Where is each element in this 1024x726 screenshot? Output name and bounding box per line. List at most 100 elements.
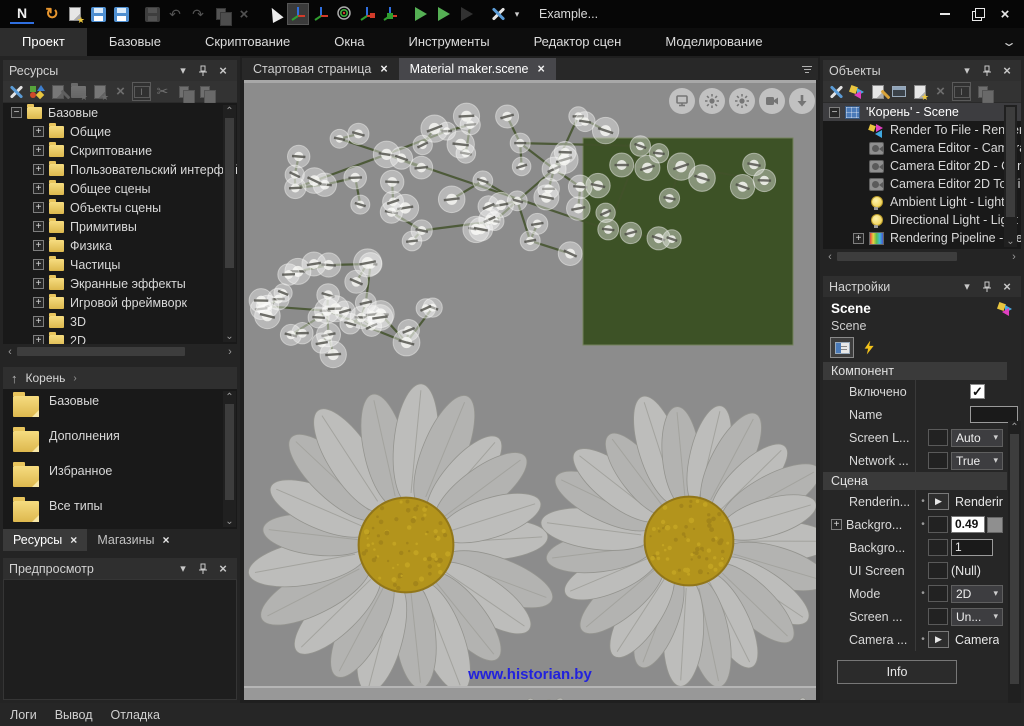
- tree-item[interactable]: +Общие: [3, 122, 237, 141]
- object-tree-item[interactable]: Camera Editor 2D - Cam: [823, 157, 1021, 175]
- rename-icon[interactable]: I: [132, 82, 151, 101]
- edit-document-icon[interactable]: [48, 82, 67, 101]
- tools-icon[interactable]: [488, 4, 508, 24]
- objects-hscrollbar[interactable]: ‹›: [823, 249, 1021, 264]
- display-icon[interactable]: [669, 88, 695, 114]
- tree-item[interactable]: +Частицы: [3, 255, 237, 274]
- document-tab[interactable]: Material maker.scene×: [399, 58, 556, 80]
- menu-item[interactable]: Инструменты: [387, 28, 512, 56]
- chevron-down-icon[interactable]: ▾: [175, 561, 191, 577]
- tree-item[interactable]: +3D: [3, 312, 237, 331]
- dropdown[interactable]: True▾: [951, 452, 1003, 470]
- redo-icon[interactable]: ↷: [188, 4, 208, 24]
- menu-item[interactable]: Моделирование: [643, 28, 784, 56]
- tree-item[interactable]: +Примитивы: [3, 217, 237, 236]
- expander-icon[interactable]: +: [33, 278, 44, 289]
- brightness-icon[interactable]: [699, 88, 725, 114]
- info-button[interactable]: Info: [837, 660, 957, 684]
- transform-move-icon[interactable]: [288, 4, 308, 24]
- tree-item[interactable]: +2D: [3, 331, 237, 344]
- folder-list-item[interactable]: Избранное: [3, 459, 237, 494]
- delete-icon[interactable]: ×: [234, 4, 254, 24]
- value-box[interactable]: [928, 452, 948, 469]
- value-box[interactable]: [928, 585, 948, 602]
- run-icon[interactable]: [434, 4, 454, 24]
- tree-item[interactable]: −Базовые: [3, 103, 237, 122]
- close-icon[interactable]: ×: [537, 62, 544, 76]
- component-icon[interactable]: [847, 82, 866, 101]
- chevron-down-icon[interactable]: ▾: [959, 63, 975, 79]
- copy-icon[interactable]: [174, 82, 193, 101]
- expander-icon[interactable]: +: [33, 183, 44, 194]
- expander-icon[interactable]: +: [33, 202, 44, 213]
- expander-icon[interactable]: +: [33, 297, 44, 308]
- checkbox[interactable]: ✓: [970, 384, 985, 399]
- dropdown[interactable]: 2D▾: [951, 585, 1003, 603]
- tree-item[interactable]: +Общее сцены: [3, 179, 237, 198]
- transform-scale-icon[interactable]: [357, 4, 377, 24]
- new-resource-icon[interactable]: ★: [65, 4, 85, 24]
- tools-icon[interactable]: [6, 82, 25, 101]
- tree-item[interactable]: +Пользовательский интерфейс: [3, 160, 237, 179]
- expand-button[interactable]: ▶: [928, 631, 949, 648]
- document-star-icon[interactable]: ★: [910, 82, 929, 101]
- close-icon[interactable]: ×: [999, 63, 1015, 79]
- color-value-input[interactable]: 0.49: [951, 516, 985, 533]
- value-box[interactable]: [928, 608, 948, 625]
- value-box[interactable]: [928, 516, 948, 533]
- pin-icon[interactable]: [979, 279, 995, 295]
- run-disabled-icon[interactable]: [457, 4, 477, 24]
- settings-scrollbar[interactable]: ⌃ ⌄: [1008, 421, 1021, 715]
- close-button[interactable]: ×: [990, 2, 1020, 26]
- restore-button[interactable]: [960, 2, 990, 26]
- refresh-icon[interactable]: ↻: [42, 4, 62, 24]
- pin-icon[interactable]: [195, 561, 211, 577]
- expander-icon[interactable]: +: [33, 335, 44, 344]
- tree-item[interactable]: +Экранные эффекты: [3, 274, 237, 293]
- resources-tree-scrollbar[interactable]: ⌃ ⌄: [223, 105, 236, 342]
- delete-icon[interactable]: ×: [111, 82, 130, 101]
- expand-button[interactable]: ▶: [928, 493, 949, 510]
- camera-icon[interactable]: [759, 88, 785, 114]
- expander-icon[interactable]: +: [33, 259, 44, 270]
- cut-icon[interactable]: ✂: [153, 82, 172, 101]
- object-tree-item[interactable]: Directional Light - Light: [823, 211, 1021, 229]
- statusbar-item[interactable]: Отладка: [111, 708, 160, 722]
- save-all-icon[interactable]: [142, 4, 162, 24]
- close-icon[interactable]: ×: [999, 279, 1015, 295]
- events-tab-icon[interactable]: [858, 338, 880, 357]
- expander-icon[interactable]: +: [33, 164, 44, 175]
- tab-list-icon[interactable]: [802, 66, 812, 73]
- minimize-button[interactable]: [930, 2, 960, 26]
- menu-item[interactable]: Проект: [0, 28, 87, 56]
- expander-icon[interactable]: +: [33, 221, 44, 232]
- object-tree-item[interactable]: Ambient Light - Light: [823, 193, 1021, 211]
- statusbar-item[interactable]: Вывод: [55, 708, 93, 722]
- viewport[interactable]: www.historian.by: [244, 80, 816, 700]
- expander-icon[interactable]: +: [33, 126, 44, 137]
- expander-icon[interactable]: +: [33, 145, 44, 156]
- transform-rotate-icon[interactable]: [334, 4, 354, 24]
- close-icon[interactable]: ×: [70, 533, 77, 547]
- close-icon[interactable]: ×: [215, 561, 231, 577]
- play-icon[interactable]: [411, 4, 431, 24]
- tab-resources[interactable]: Ресурсы×: [3, 529, 87, 551]
- transform-move2-icon[interactable]: [311, 4, 331, 24]
- toolbar-overflow-icon[interactable]: ▾: [511, 4, 523, 24]
- delete-icon[interactable]: ×: [931, 82, 950, 101]
- tree-item[interactable]: +Игровой фреймворк: [3, 293, 237, 312]
- properties-tab-icon[interactable]: [831, 338, 853, 357]
- edit-document-icon[interactable]: [868, 82, 887, 101]
- resources-hscrollbar[interactable]: ‹›: [3, 344, 237, 359]
- dropdown[interactable]: Auto▾: [951, 429, 1003, 447]
- folder-list-item[interactable]: Базовые: [3, 389, 237, 424]
- color-swatch[interactable]: [987, 517, 1003, 533]
- pin-icon[interactable]: [195, 63, 211, 79]
- expander-icon[interactable]: +: [33, 316, 44, 327]
- dropdown[interactable]: Un...▾: [951, 608, 1003, 626]
- rename-icon[interactable]: I: [952, 82, 971, 101]
- value-box[interactable]: [928, 539, 948, 556]
- tab-stores[interactable]: Магазины×: [87, 529, 179, 551]
- save-icon[interactable]: [88, 4, 108, 24]
- expander-icon[interactable]: −: [11, 107, 22, 118]
